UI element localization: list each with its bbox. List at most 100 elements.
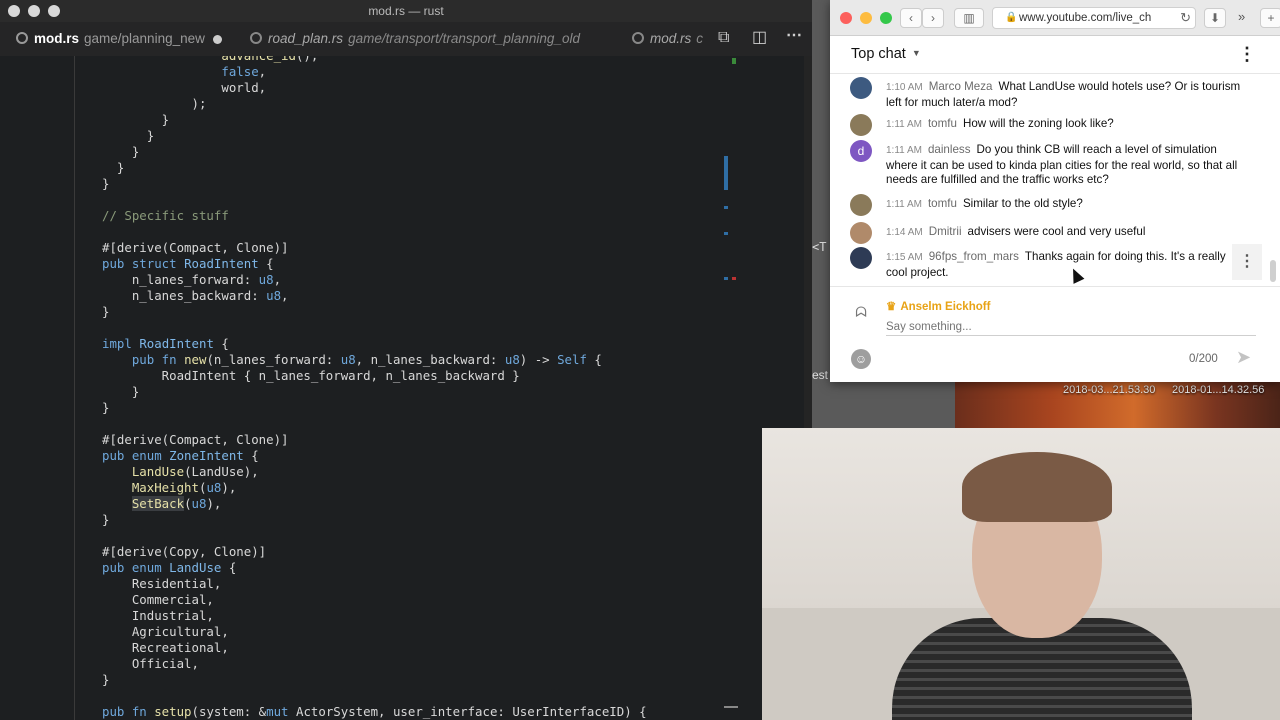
url-bar[interactable]: 🔒 www.youtube.com/live_ch ↻	[992, 7, 1196, 29]
code-line[interactable]	[102, 224, 647, 240]
forward-button[interactable]: ›	[922, 8, 944, 28]
message-timestamp: 1:11 AM	[886, 199, 922, 210]
tab-path: game/transport/transport_planning_old	[348, 31, 580, 46]
chat-mode-dropdown[interactable]: Top chat ▼	[851, 46, 921, 62]
code-line[interactable]: RoadIntent { n_lanes_forward, n_lanes_ba…	[102, 368, 647, 384]
sidebar-toggle-icon[interactable]: ▥	[954, 8, 984, 28]
code-line[interactable]: }	[102, 400, 647, 416]
code-editor[interactable]: advance_id(), false, world, ); } } } }} /…	[0, 56, 812, 720]
desktop-file-label[interactable]: 2018-01...14.32.56	[1172, 384, 1264, 396]
chat-scrollbar[interactable]	[1270, 260, 1276, 282]
desktop-file-label[interactable]: 2018-03...21.53.30	[1063, 384, 1155, 396]
reload-icon[interactable]: ↻	[1180, 8, 1191, 28]
message-author[interactable]: tomfu	[928, 117, 957, 130]
message-timestamp: 1:14 AM	[886, 227, 923, 238]
chat-input-panel: ᗣ ♛Anselm Eickhoff ☺ 0/200 ➤	[830, 286, 1280, 382]
new-tab-button[interactable]: +	[1260, 8, 1280, 28]
chat-message-input[interactable]	[886, 318, 1256, 336]
minimize-window-button[interactable]	[860, 12, 872, 24]
open-changes-icon[interactable]: ⧉	[718, 29, 729, 47]
tab-mod-rs-2[interactable]: mod.rs c	[632, 22, 703, 56]
code-line[interactable]: }	[102, 112, 647, 128]
code-line[interactable]: impl RoadIntent {	[102, 336, 647, 352]
send-icon[interactable]: ➤	[1236, 347, 1251, 368]
emoji-icon[interactable]: ☺	[851, 349, 871, 369]
code-line[interactable]: pub fn new(n_lanes_forward: u8, n_lanes_…	[102, 352, 647, 368]
code-line[interactable]: );	[102, 96, 647, 112]
code-line[interactable]: pub fn setup(system: &mut ActorSystem, u…	[102, 704, 647, 720]
zoom-window-button[interactable]	[48, 5, 60, 17]
message-menu-icon[interactable]: ⋮	[1232, 244, 1262, 280]
owner-crown-icon: ♛	[886, 301, 897, 313]
code-line[interactable]: LandUse(LandUse),	[102, 464, 647, 480]
code-line[interactable]: Industrial,	[102, 608, 647, 624]
code-line[interactable]: Official,	[102, 656, 647, 672]
code-line[interactable]: Recreational,	[102, 640, 647, 656]
avatar[interactable]: d	[850, 140, 872, 162]
code-line[interactable]: MaxHeight(u8),	[102, 480, 647, 496]
code-line[interactable]	[102, 528, 647, 544]
code-line[interactable]: #[derive(Compact, Clone)]	[102, 240, 647, 256]
message-author[interactable]: tomfu	[928, 197, 957, 210]
code-line[interactable]: // Specific stuff	[102, 208, 647, 224]
code-line[interactable]: pub enum ZoneIntent {	[102, 448, 647, 464]
code-line[interactable]: }	[102, 672, 647, 688]
split-editor-icon[interactable]: ◫	[752, 29, 767, 47]
tab-mod-rs[interactable]: mod.rs game/planning_new	[16, 22, 205, 56]
code-line[interactable]: world,	[102, 80, 647, 96]
code-line[interactable]: false,	[102, 64, 647, 80]
back-button[interactable]: ‹	[900, 8, 922, 28]
code-line[interactable]: }	[102, 128, 647, 144]
message-author[interactable]: Marco Meza	[929, 80, 993, 93]
code-line[interactable]	[102, 320, 647, 336]
unsaved-indicator-icon[interactable]	[213, 35, 222, 44]
avatar[interactable]	[850, 222, 872, 244]
message-text: advisers were cool and very useful	[967, 225, 1146, 238]
message-author[interactable]: 96fps_from_mars	[929, 250, 1019, 263]
code-line[interactable]: advance_id(),	[102, 56, 647, 64]
code-line[interactable]: }	[102, 144, 647, 160]
code-line[interactable]: #[derive(Copy, Clone)]	[102, 544, 647, 560]
minimize-window-button[interactable]	[28, 5, 40, 17]
code-line[interactable]: Agricultural,	[102, 624, 647, 640]
code-line[interactable]	[102, 688, 647, 704]
message-author[interactable]: dainless	[928, 143, 971, 156]
code-line[interactable]	[102, 416, 647, 432]
zoom-window-button[interactable]	[880, 12, 892, 24]
code-line[interactable]: pub struct RoadIntent {	[102, 256, 647, 272]
editor-titlebar: mod.rs — rust	[0, 0, 812, 22]
current-user-label: Anselm Eickhoff	[900, 301, 991, 313]
more-toolbar-icon[interactable]: »	[1238, 9, 1245, 24]
code-line[interactable]: }	[102, 512, 647, 528]
message-text: How will the zoning look like?	[962, 117, 1114, 130]
code-line[interactable]: n_lanes_forward: u8,	[102, 272, 647, 288]
tab-label: road_plan.rs	[268, 31, 344, 46]
tab-road-plan-rs[interactable]: road_plan.rs game/transport/transport_pla…	[250, 22, 580, 56]
code-line[interactable]: }	[102, 176, 647, 192]
code-line[interactable]: }	[102, 384, 647, 400]
avatar[interactable]	[850, 247, 872, 269]
more-actions-icon[interactable]: ⋯	[786, 27, 802, 45]
code-text[interactable]: advance_id(), false, world, ); } } } }} /…	[102, 56, 647, 720]
code-line[interactable]: SetBack(u8),	[102, 496, 647, 512]
code-line[interactable]: }	[102, 160, 647, 176]
code-line[interactable]	[102, 192, 647, 208]
avatar[interactable]	[850, 114, 872, 136]
code-line[interactable]: pub enum LandUse {	[102, 560, 647, 576]
chat-message-list[interactable]: 1:10 AM Marco Meza What LandUse would hote…	[830, 74, 1280, 282]
editor-tab-bar: mod.rs game/planning_new road_plan.rs game…	[0, 22, 812, 56]
avatar[interactable]	[850, 194, 872, 216]
message-author[interactable]: Dmitrii	[929, 225, 962, 238]
code-line[interactable]: }	[102, 304, 647, 320]
chat-header: Top chat ▼ ⋮	[830, 36, 1280, 74]
code-line[interactable]: Commercial,	[102, 592, 647, 608]
code-line[interactable]: #[derive(Compact, Clone)]	[102, 432, 647, 448]
code-line[interactable]: Residential,	[102, 576, 647, 592]
downloads-icon[interactable]: ⬇	[1204, 8, 1226, 28]
chat-menu-icon[interactable]: ⋮	[1238, 44, 1256, 64]
editor-window: mod.rs — rust mod.rs game/planning_new ro…	[0, 0, 812, 720]
close-window-button[interactable]	[8, 5, 20, 17]
close-window-button[interactable]	[840, 12, 852, 24]
code-line[interactable]: n_lanes_backward: u8,	[102, 288, 647, 304]
avatar[interactable]	[850, 77, 872, 99]
